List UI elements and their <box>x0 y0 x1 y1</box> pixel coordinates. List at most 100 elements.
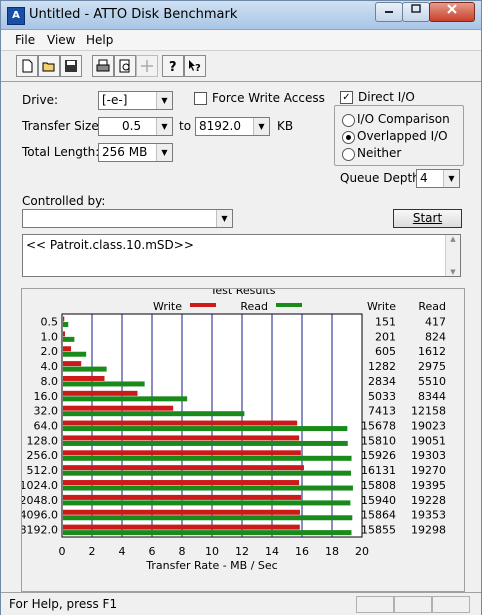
read-value: 5510 <box>418 375 446 388</box>
read-bar <box>63 396 188 402</box>
toolbar: ? ? <box>1 50 481 82</box>
description-scrollbar[interactable]: ▲ ▼ <box>445 235 460 276</box>
read-value: 19303 <box>411 449 446 462</box>
new-button[interactable] <box>16 55 38 77</box>
description-textarea[interactable]: << Patroit.class.10.mSD>> ▲ ▼ <box>22 234 461 277</box>
io-mode-group: I/O Comparison Overlapped I/O Neither <box>334 105 464 166</box>
context-help-button[interactable]: ? <box>184 55 206 77</box>
write-bar <box>63 361 82 367</box>
read-value: 19051 <box>411 434 446 447</box>
maximize-icon <box>411 4 421 13</box>
write-bar <box>63 465 304 471</box>
app-icon: A <box>7 7 25 25</box>
start-button[interactable]: Start <box>393 209 462 228</box>
transfer-size-label: Transfer Size: <box>22 119 103 133</box>
direct-io-checkbox[interactable]: ✓ <box>340 91 353 104</box>
status-text: For Help, press F1 <box>9 597 118 611</box>
title-bar[interactable]: A Untitled - ATTO Disk Benchmark <box>1 1 481 30</box>
status-pane-3 <box>432 596 470 613</box>
write-value: 15808 <box>361 479 396 492</box>
drive-select[interactable]: [-e-] ▼ <box>98 91 173 110</box>
write-value: 15940 <box>361 494 396 507</box>
write-bar <box>63 524 300 530</box>
print-button[interactable] <box>92 55 114 77</box>
x-tick-label: 0 <box>59 545 66 558</box>
close-icon <box>447 4 457 14</box>
write-value: 201 <box>375 330 396 343</box>
controlled-by-select[interactable]: ▼ <box>22 209 233 228</box>
move-button[interactable] <box>136 55 158 77</box>
read-value: 19353 <box>411 509 446 522</box>
write-value: 7413 <box>368 405 396 418</box>
overlapped-io-radio[interactable] <box>342 131 355 144</box>
read-bar <box>63 381 145 387</box>
read-bar <box>63 530 352 536</box>
menu-bar: File View Help <box>1 30 481 50</box>
queue-depth-select[interactable]: 4 ▼ <box>416 169 460 188</box>
menu-file[interactable]: File <box>15 33 35 47</box>
results-chart: Test ResultsWrite Read Write Read0 2 4 6 8 10 12 1… <box>22 289 446 572</box>
read-bar <box>63 322 69 327</box>
svg-text:?: ? <box>195 63 201 73</box>
write-bar <box>63 375 105 381</box>
maximize-button[interactable] <box>402 2 430 22</box>
y-tick-label: 128.0 <box>27 434 59 447</box>
menu-view[interactable]: View <box>47 33 75 47</box>
y-tick-label: 1.0 <box>41 330 59 343</box>
app-window: A Untitled - ATTO Disk Benchmark File Vi… <box>0 0 482 615</box>
total-length-select[interactable]: 256 MB ▼ <box>98 143 173 162</box>
read-value: 417 <box>425 315 446 328</box>
minimize-button[interactable] <box>375 2 403 22</box>
save-button[interactable] <box>60 55 82 77</box>
write-value: 5033 <box>368 390 396 403</box>
read-value: 8344 <box>418 390 446 403</box>
read-bar <box>63 336 75 342</box>
direct-io-label: Direct I/O <box>358 90 415 104</box>
read-value: 19298 <box>411 524 446 537</box>
y-tick-label: 0.5 <box>41 315 59 328</box>
drive-label: Drive: <box>22 93 59 107</box>
about-button[interactable]: ? <box>162 55 184 77</box>
y-tick-label: 2048.0 <box>22 494 58 507</box>
read-bar <box>63 455 352 461</box>
close-button[interactable] <box>429 2 475 22</box>
write-value: 15855 <box>361 524 396 537</box>
read-bar <box>63 351 87 357</box>
scroll-down-icon: ▼ <box>450 268 456 276</box>
write-bar <box>63 450 301 456</box>
write-value: 1282 <box>368 360 396 373</box>
force-write-checkbox[interactable] <box>194 92 207 105</box>
open-icon <box>42 62 55 72</box>
context-help-icon: ? <box>189 60 201 73</box>
x-tick-label: 16 <box>295 545 309 558</box>
print-preview-button[interactable] <box>114 55 136 77</box>
y-tick-label: 2.0 <box>41 345 59 358</box>
write-bar <box>63 480 300 486</box>
write-value: 15810 <box>361 434 396 447</box>
controlled-by-label: Controlled by: <box>22 194 106 208</box>
minimize-icon <box>385 11 393 13</box>
write-value: 2834 <box>368 375 396 388</box>
read-bar <box>63 500 351 506</box>
window-title: Untitled - ATTO Disk Benchmark <box>29 7 238 22</box>
read-value: 19023 <box>411 420 446 433</box>
x-tick-label: 18 <box>325 545 339 558</box>
force-write-label: Force Write Access <box>212 91 325 105</box>
read-bar <box>63 411 245 417</box>
start-label: Start <box>412 211 443 225</box>
read-value: 824 <box>425 330 446 343</box>
new-icon <box>22 59 33 73</box>
y-tick-label: 1024.0 <box>22 479 58 492</box>
x-tick-label: 12 <box>235 545 249 558</box>
io-comparison-radio[interactable] <box>342 114 355 127</box>
neither-radio[interactable] <box>342 148 355 161</box>
transfer-size-from-select[interactable]: 0.5 ▼ <box>98 117 173 136</box>
y-tick-label: 8.0 <box>41 375 59 388</box>
transfer-size-to-select[interactable]: 8192.0 ▼ <box>195 117 270 136</box>
read-value: 1612 <box>418 345 446 358</box>
open-button[interactable] <box>38 55 60 77</box>
read-bar <box>63 515 353 521</box>
move-icon <box>141 60 153 72</box>
menu-help[interactable]: Help <box>86 33 113 47</box>
x-tick-label: 14 <box>265 545 279 558</box>
